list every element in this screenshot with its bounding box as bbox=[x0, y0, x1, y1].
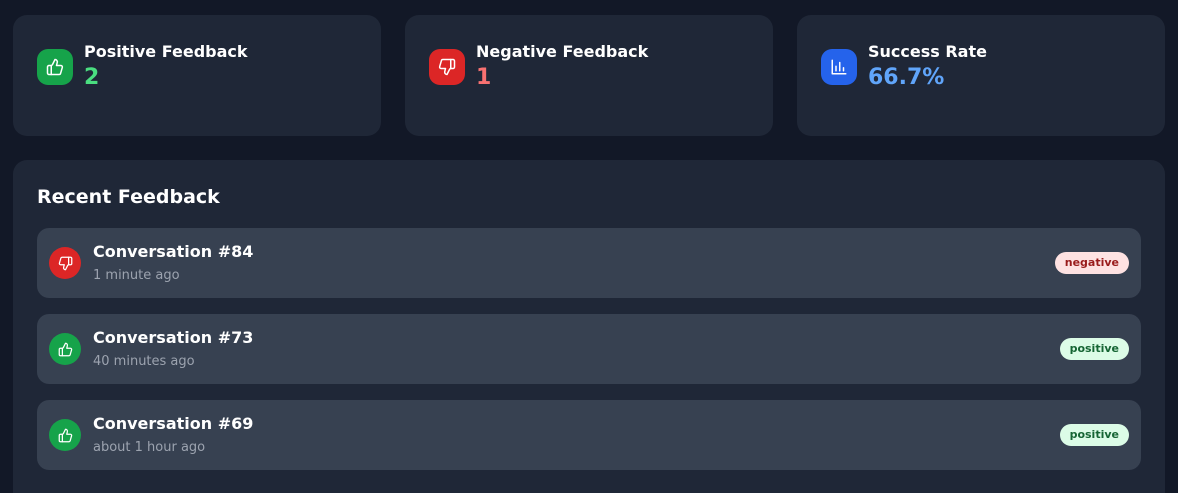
stat-label: Success Rate bbox=[868, 42, 987, 61]
thumbs-down-icon bbox=[49, 247, 81, 279]
feedback-item[interactable]: Conversation #69 about 1 hour ago positi… bbox=[37, 400, 1141, 470]
feedback-item[interactable]: Conversation #73 40 minutes ago positive bbox=[37, 314, 1141, 384]
stat-label: Negative Feedback bbox=[476, 42, 649, 61]
stat-value: 1 bbox=[476, 65, 492, 90]
conversation-title: Conversation #69 bbox=[93, 414, 254, 433]
thumbs-down-icon bbox=[429, 49, 465, 85]
timestamp: 40 minutes ago bbox=[93, 354, 195, 369]
stats-row: Positive Feedback 2 Negative Feedback 1 … bbox=[13, 15, 1165, 136]
timestamp: 1 minute ago bbox=[93, 268, 180, 283]
section-title: Recent Feedback bbox=[37, 186, 220, 208]
stat-value: 66.7% bbox=[868, 65, 945, 90]
conversation-title: Conversation #84 bbox=[93, 242, 254, 261]
timestamp: about 1 hour ago bbox=[93, 440, 206, 455]
thumbs-up-icon bbox=[49, 419, 81, 451]
feedback-item[interactable]: Conversation #84 1 minute ago negative bbox=[37, 228, 1141, 298]
conversation-title: Conversation #73 bbox=[93, 328, 254, 347]
status-badge: positive bbox=[1059, 338, 1129, 360]
status-badge: positive bbox=[1059, 424, 1129, 446]
stat-label: Positive Feedback bbox=[84, 42, 248, 61]
bar-chart-icon bbox=[821, 49, 857, 85]
feedback-list: Conversation #84 1 minute ago negative C… bbox=[37, 228, 1141, 470]
recent-feedback-panel: Recent Feedback Conversation #84 1 minut… bbox=[13, 160, 1165, 493]
positive-feedback-card: Positive Feedback 2 bbox=[13, 15, 381, 136]
thumbs-up-icon bbox=[49, 333, 81, 365]
status-badge: negative bbox=[1054, 252, 1129, 274]
negative-feedback-card: Negative Feedback 1 bbox=[405, 15, 773, 136]
stat-value: 2 bbox=[84, 65, 100, 90]
thumbs-up-icon bbox=[37, 49, 73, 85]
success-rate-card: Success Rate 66.7% bbox=[797, 15, 1165, 136]
